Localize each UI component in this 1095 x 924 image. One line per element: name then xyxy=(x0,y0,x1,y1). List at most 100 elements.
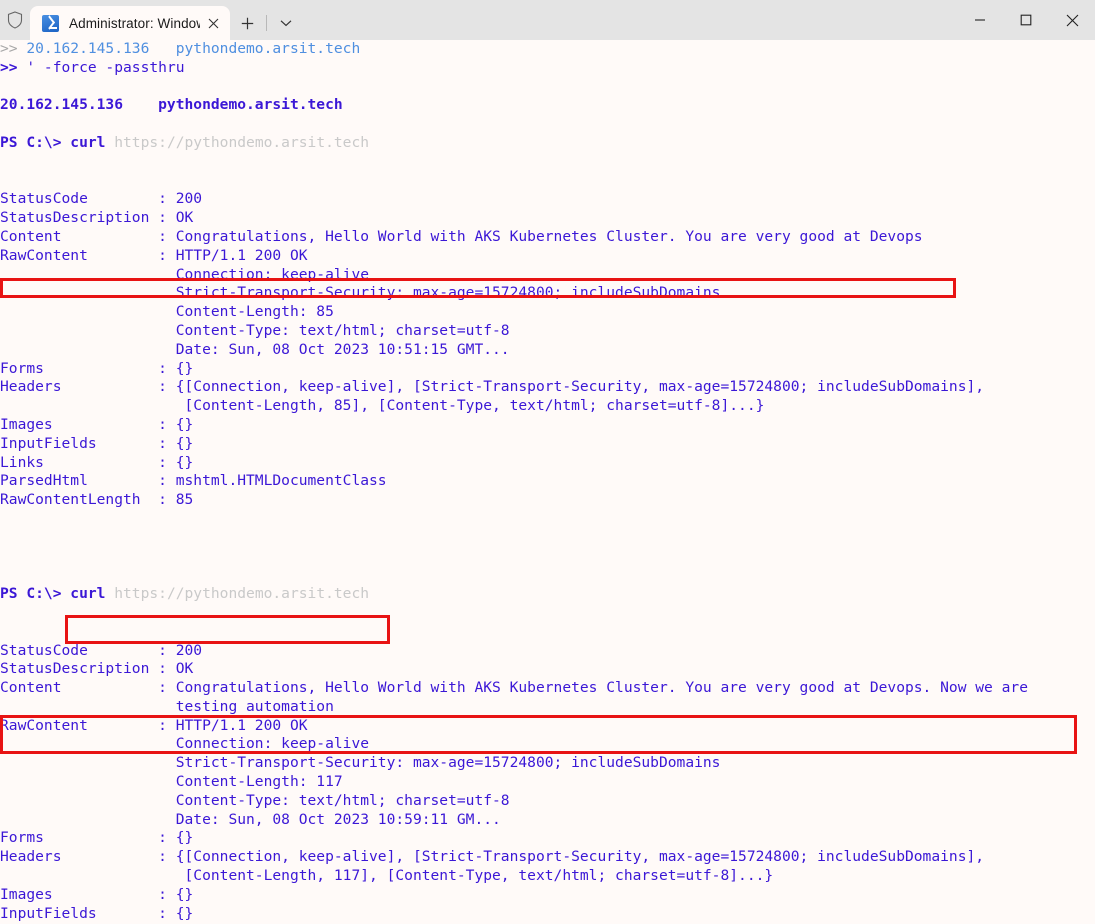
terminal-line: RawContent : HTTP/1.1 200 OK xyxy=(0,717,1028,736)
terminal-line: Content-Length: 117 xyxy=(0,773,1028,792)
terminal-line: StatusCode : 200 xyxy=(0,190,1028,209)
terminal-text-segment: Headers : {[Connection, keep-alive], [St… xyxy=(0,378,985,396)
terminal-text-segment: RawContent : HTTP/1.1 200 OK xyxy=(0,716,308,734)
tabbar-divider xyxy=(266,15,267,31)
terminal-text-segment: Content-Type: text/html; charset=utf-8 xyxy=(0,791,510,809)
shield-icon xyxy=(0,0,30,40)
terminal-line: Forms : {} xyxy=(0,360,1028,379)
terminal-line: 20.162.145.136 pythondemo.arsit.tech xyxy=(0,96,1028,115)
terminal-text-segment: Images : {} xyxy=(0,415,194,433)
terminal-line: Images : {} xyxy=(0,886,1028,905)
terminal-line: Connection: keep-alive xyxy=(0,266,1028,285)
terminal-line: Strict-Transport-Security: max-age=15724… xyxy=(0,754,1028,773)
terminal-line: [Content-Length, 117], [Content-Type, te… xyxy=(0,867,1028,886)
terminal-text-segment: PS C:\> xyxy=(0,133,71,151)
terminal-line: Content : Congratulations, Hello World w… xyxy=(0,228,1028,247)
new-tab-button[interactable] xyxy=(230,6,264,40)
terminal-text-segment: InputFields : {} xyxy=(0,904,194,922)
terminal-line: Headers : {[Connection, keep-alive], [St… xyxy=(0,848,1028,867)
terminal-output-pane[interactable]: >> 20.162.145.136 pythondemo.arsit.tech >… xyxy=(0,40,1095,924)
terminal-line: StatusDescription : OK xyxy=(0,209,1028,228)
terminal-line: ParsedHtml : mshtml.HTMLDocumentClass xyxy=(0,472,1028,491)
terminal-text-segment: Headers : {[Connection, keep-alive], [St… xyxy=(0,848,985,866)
terminal-text-segment: https://pythondemo.arsit.tech xyxy=(114,133,370,151)
terminal-text-segment: Connection: keep-alive xyxy=(0,265,370,283)
tab-title: Administrator: Windows Powe xyxy=(69,15,200,31)
terminal-text-segment: InputFields : {} xyxy=(0,434,194,452)
terminal-text-segment: Content-Length: 117 xyxy=(0,773,343,791)
terminal-line: StatusDescription : OK xyxy=(0,660,1028,679)
terminal-text-segment: StatusDescription : OK xyxy=(0,660,194,678)
window-controls xyxy=(957,0,1095,40)
terminal-line: Forms : {} xyxy=(0,829,1028,848)
terminal-text-segment: ParsedHtml : mshtml.HTMLDocumentClass xyxy=(0,472,387,490)
terminal-text-segment: [Content-Length, 85], [Content-Type, tex… xyxy=(0,397,765,415)
terminal-line: InputFields : {} xyxy=(0,435,1028,454)
terminal-text-segment: Forms : {} xyxy=(0,359,194,377)
powershell-icon xyxy=(42,14,59,32)
maximize-button[interactable] xyxy=(1003,0,1049,40)
terminal-text-segment: curl xyxy=(70,133,115,151)
terminal-line: Strict-Transport-Security: max-age=15724… xyxy=(0,284,1028,303)
terminal-text-segment: Content-Length: 85 xyxy=(0,303,334,321)
terminal-tab[interactable]: Administrator: Windows Powe xyxy=(30,6,230,40)
terminal-text-segment: Links : {} xyxy=(0,453,194,471)
terminal-text-segment: testing automation xyxy=(0,697,334,715)
terminal-line: RawContent : HTTP/1.1 200 OK xyxy=(0,247,1028,266)
terminal-text-segment: StatusDescription : OK xyxy=(0,209,194,227)
terminal-text-segment: curl xyxy=(70,585,115,603)
terminal-line: RawContentLength : 85 xyxy=(0,491,1028,510)
terminal-text-segment: Forms : {} xyxy=(0,829,194,847)
terminal-text-segment: https://pythondemo.arsit.tech xyxy=(114,585,370,603)
close-window-button[interactable] xyxy=(1049,0,1095,40)
terminal-text-segment: [Content-Length, 117], [Content-Type, te… xyxy=(0,867,774,885)
terminal-line: Content-Type: text/html; charset=utf-8 xyxy=(0,792,1028,811)
terminal-text-segment: >> xyxy=(0,58,27,76)
terminal-text-segment: Strict-Transport-Security: max-age=15724… xyxy=(0,284,721,302)
terminal-line: testing automation xyxy=(0,698,1028,717)
terminal-text-segment: 20.162.145.136 pythondemo.arsit.tech xyxy=(26,40,361,57)
terminal-text-segment: ' -force -passthru xyxy=(26,58,185,76)
terminal-text-segment: PS C:\> xyxy=(0,585,71,603)
terminal-line: Links : {} xyxy=(0,454,1028,473)
terminal-line: >> ' -force -passthru xyxy=(0,59,1028,78)
terminal-text-segment: >> xyxy=(0,40,27,57)
terminal-line: Date: Sun, 08 Oct 2023 10:51:15 GMT... xyxy=(0,341,1028,360)
terminal-line: >> 20.162.145.136 pythondemo.arsit.tech xyxy=(0,40,1028,59)
terminal-text-segment: StatusCode : 200 xyxy=(0,641,203,659)
terminal-line: PS C:\> curl https://pythondemo.arsit.te… xyxy=(0,134,1028,153)
terminal-line: PS C:\> curl https://pythondemo.arsit.te… xyxy=(0,585,1028,604)
terminal-line: Images : {} xyxy=(0,416,1028,435)
terminal-text-segment: Content-Type: text/html; charset=utf-8 xyxy=(0,321,510,339)
terminal-text-segment: Strict-Transport-Security: max-age=15724… xyxy=(0,754,721,772)
tabbar-actions xyxy=(230,6,303,40)
terminal-text-segment: Images : {} xyxy=(0,885,194,903)
terminal-text-segment: StatusCode : 200 xyxy=(0,190,203,208)
terminal-text: >> 20.162.145.136 pythondemo.arsit.tech >… xyxy=(0,40,1028,923)
terminal-text-segment: Connection: keep-alive xyxy=(0,735,370,753)
tab-dropdown-button[interactable] xyxy=(269,6,303,40)
terminal-text-segment: RawContent : HTTP/1.1 200 OK xyxy=(0,246,308,264)
terminal-text-segment: RawContentLength : 85 xyxy=(0,491,194,509)
window-titlebar: Administrator: Windows Powe xyxy=(0,0,1095,40)
close-tab-icon[interactable] xyxy=(200,10,226,36)
terminal-text-segment: Content : Congratulations, Hello World w… xyxy=(0,679,1028,697)
terminal-line: [Content-Length, 85], [Content-Type, tex… xyxy=(0,397,1028,416)
terminal-text-segment: 20.162.145.136 pythondemo.arsit.tech xyxy=(0,96,343,114)
terminal-text-segment: Date: Sun, 08 Oct 2023 10:59:11 GM... xyxy=(0,810,501,828)
terminal-line: Connection: keep-alive xyxy=(0,735,1028,754)
terminal-line: Content-Type: text/html; charset=utf-8 xyxy=(0,322,1028,341)
terminal-line: Date: Sun, 08 Oct 2023 10:59:11 GM... xyxy=(0,811,1028,830)
terminal-line: Headers : {[Connection, keep-alive], [St… xyxy=(0,378,1028,397)
minimize-button[interactable] xyxy=(957,0,1003,40)
terminal-line: InputFields : {} xyxy=(0,905,1028,924)
terminal-line: StatusCode : 200 xyxy=(0,642,1028,661)
